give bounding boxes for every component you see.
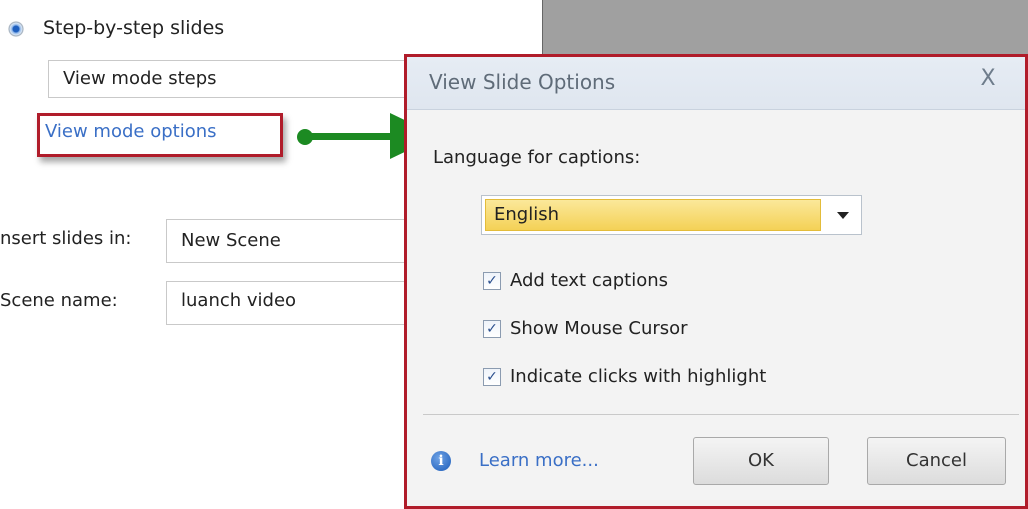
language-select[interactable]: English <box>481 195 862 235</box>
indicate-clicks-checkbox[interactable]: ✓ <box>483 368 501 386</box>
show-mouse-cursor-checkbox[interactable]: ✓ <box>483 320 501 338</box>
view-mode-select[interactable]: View mode steps <box>48 60 428 98</box>
chevron-down-icon[interactable] <box>837 212 849 219</box>
add-text-captions-checkbox[interactable]: ✓ <box>483 272 501 290</box>
info-icon: i <box>431 451 451 471</box>
step-by-step-label: Step-by-step slides <box>43 17 225 39</box>
scene-name-label: Scene name: <box>0 290 118 311</box>
arrow-shaft <box>303 133 403 140</box>
dialog-title: View Slide Options <box>429 70 616 94</box>
dialog-title-bar[interactable]: View Slide Options X <box>407 57 1025 110</box>
callout-highlight-box <box>37 113 283 157</box>
scene-name-input[interactable]: luanch video <box>166 281 428 325</box>
view-slide-options-dialog: View Slide Options X Language for captio… <box>404 54 1028 509</box>
step-by-step-radio[interactable] <box>8 21 24 37</box>
add-text-captions-label: Add text captions <box>510 270 669 291</box>
language-selected-value: English <box>485 199 821 231</box>
indicate-clicks-label: Indicate clicks with highlight <box>510 366 767 387</box>
footer-divider <box>423 414 1019 415</box>
ok-button[interactable]: OK <box>693 437 829 485</box>
insert-slides-select[interactable]: New Scene <box>166 219 428 263</box>
learn-more-link[interactable]: Learn more... <box>479 450 599 471</box>
insert-slides-label: nsert slides in: <box>0 228 132 249</box>
cancel-button[interactable]: Cancel <box>867 437 1006 485</box>
show-mouse-cursor-label: Show Mouse Cursor <box>510 318 688 339</box>
close-icon[interactable]: X <box>973 66 1003 91</box>
language-label: Language for captions: <box>433 147 641 168</box>
